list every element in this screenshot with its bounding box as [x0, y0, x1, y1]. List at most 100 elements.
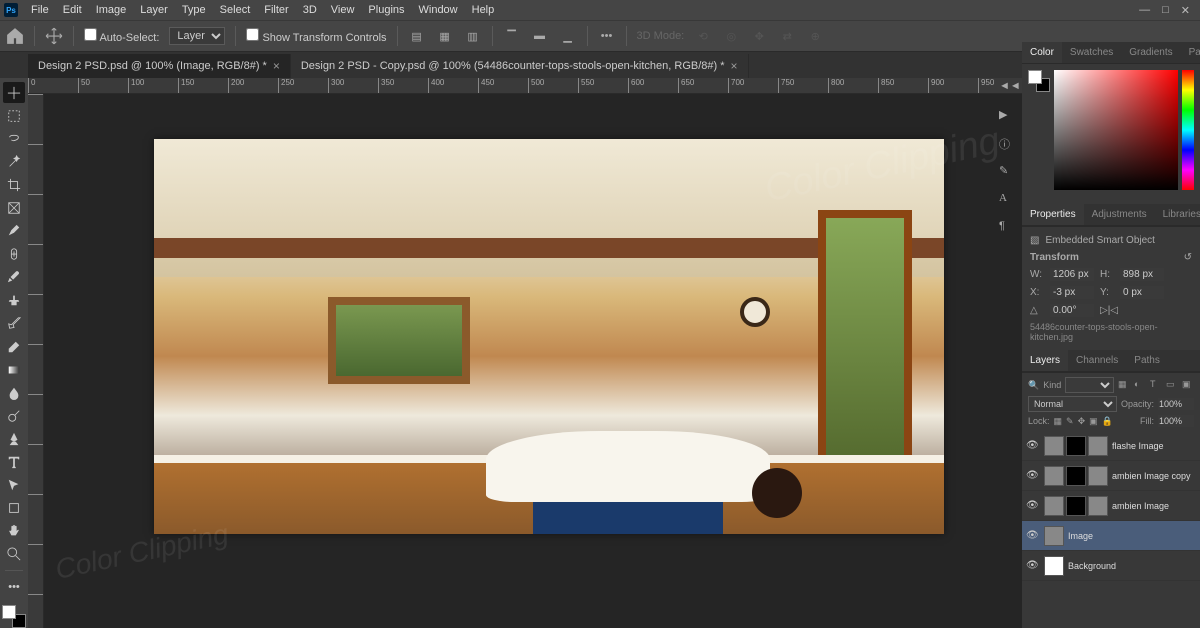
menu-type[interactable]: Type — [175, 4, 213, 16]
brush-presets-icon[interactable]: ✎ — [999, 164, 1015, 180]
crop-tool[interactable] — [3, 174, 25, 195]
filter-image-icon[interactable]: ▦ — [1118, 379, 1130, 391]
align-right-icon[interactable]: ▥ — [464, 27, 482, 45]
edit-toolbar-icon[interactable]: ••• — [3, 576, 25, 597]
eraser-tool[interactable] — [3, 336, 25, 357]
magic-wand-tool[interactable] — [3, 151, 25, 172]
auto-select-checkbox[interactable]: Auto-Select: — [84, 28, 159, 44]
fill-input[interactable] — [1158, 415, 1194, 427]
brush-tool[interactable] — [3, 267, 25, 288]
close-icon[interactable]: ✕ — [1181, 4, 1190, 17]
dodge-tool[interactable] — [3, 405, 25, 426]
clone-stamp-tool[interactable] — [3, 290, 25, 311]
align-left-icon[interactable]: ▤ — [408, 27, 426, 45]
visibility-toggle-icon[interactable]: 👁 — [1026, 530, 1040, 541]
panel-tab-channels[interactable]: Channels — [1068, 350, 1126, 371]
menu-select[interactable]: Select — [213, 4, 258, 16]
more-align-icon[interactable]: ••• — [598, 27, 616, 45]
align-center-h-icon[interactable]: ▦ — [436, 27, 454, 45]
character-icon[interactable]: A — [999, 192, 1015, 208]
show-transform-checkbox[interactable]: Show Transform Controls — [246, 28, 386, 44]
menu-view[interactable]: View — [324, 4, 362, 16]
panel-tab-gradients[interactable]: Gradients — [1121, 42, 1180, 63]
reset-transform-icon[interactable]: ↺ — [1184, 252, 1192, 263]
panel-tab-swatches[interactable]: Swatches — [1062, 42, 1121, 63]
minimize-icon[interactable]: — — [1139, 4, 1150, 17]
panel-tab-properties[interactable]: Properties — [1022, 204, 1084, 225]
gradient-tool[interactable] — [3, 359, 25, 380]
maximize-icon[interactable]: □ — [1162, 4, 1169, 17]
document-tab[interactable]: Design 2 PSD.psd @ 100% (Image, RGB/8#) … — [28, 54, 291, 78]
type-tool[interactable] — [3, 452, 25, 473]
path-tool[interactable] — [3, 475, 25, 496]
align-center-v-icon[interactable]: ▬ — [531, 27, 549, 45]
flip-h-icon[interactable]: ▷|◁ — [1100, 305, 1118, 316]
align-top-icon[interactable]: ▔ — [503, 27, 521, 45]
play-icon[interactable]: ▶ — [999, 108, 1015, 124]
x-input[interactable] — [1050, 286, 1094, 299]
filter-smart-icon[interactable]: ▣ — [1182, 379, 1194, 391]
tab-close-icon[interactable]: × — [273, 59, 280, 73]
layer-row[interactable]: 👁Background — [1022, 551, 1200, 581]
home-icon[interactable] — [6, 27, 24, 45]
blend-mode-select[interactable]: Normal — [1028, 396, 1117, 412]
lock-brush-icon[interactable]: ✎ — [1066, 416, 1074, 427]
pen-tool[interactable] — [3, 428, 25, 449]
lock-position-icon[interactable]: ✥ — [1078, 416, 1086, 427]
color-field[interactable] — [1054, 70, 1178, 190]
opacity-input[interactable] — [1158, 398, 1194, 410]
menu-window[interactable]: Window — [412, 4, 465, 16]
visibility-toggle-icon[interactable]: 👁 — [1026, 440, 1040, 451]
info-icon[interactable]: ⓘ — [999, 136, 1015, 152]
visibility-toggle-icon[interactable]: 👁 — [1026, 500, 1040, 511]
tab-close-icon[interactable]: × — [731, 59, 738, 73]
document-tab[interactable]: Design 2 PSD - Copy.psd @ 100% (54486cou… — [291, 54, 749, 78]
layer-row[interactable]: 👁ambien Image copy — [1022, 461, 1200, 491]
menu-3d[interactable]: 3D — [296, 4, 324, 16]
move-tool-icon[interactable] — [45, 27, 63, 45]
marquee-tool[interactable] — [3, 105, 25, 126]
menu-help[interactable]: Help — [465, 4, 502, 16]
panel-tab-layers[interactable]: Layers — [1022, 350, 1068, 371]
filter-type-icon[interactable]: T — [1150, 379, 1162, 391]
panel-tab-paths[interactable]: Paths — [1126, 350, 1168, 371]
shape-tool[interactable] — [3, 498, 25, 519]
panel-tab-libraries[interactable]: Libraries — [1155, 204, 1200, 225]
visibility-toggle-icon[interactable]: 👁 — [1026, 560, 1040, 571]
zoom-tool[interactable] — [3, 544, 25, 565]
step-back-icon[interactable]: ◄◄ — [999, 80, 1015, 96]
history-brush-tool[interactable] — [3, 313, 25, 334]
hue-slider[interactable] — [1182, 70, 1194, 190]
healing-brush-tool[interactable] — [3, 244, 25, 265]
panel-tab-adjustments[interactable]: Adjustments — [1084, 204, 1155, 225]
menu-edit[interactable]: Edit — [56, 4, 89, 16]
lasso-tool[interactable] — [3, 128, 25, 149]
hand-tool[interactable] — [3, 521, 25, 542]
layer-row[interactable]: 👁flashe Image — [1022, 431, 1200, 461]
blur-tool[interactable] — [3, 382, 25, 403]
menu-image[interactable]: Image — [89, 4, 134, 16]
menu-layer[interactable]: Layer — [133, 4, 175, 16]
menu-file[interactable]: File — [24, 4, 56, 16]
foreground-background-colors[interactable] — [2, 605, 26, 628]
y-input[interactable] — [1120, 286, 1164, 299]
frame-tool[interactable] — [3, 197, 25, 218]
lock-all-icon[interactable]: 🔒 — [1102, 416, 1113, 427]
menu-filter[interactable]: Filter — [257, 4, 295, 16]
filter-shape-icon[interactable]: ▭ — [1166, 379, 1178, 391]
paragraph-icon[interactable]: ¶ — [999, 220, 1015, 236]
menu-plugins[interactable]: Plugins — [361, 4, 411, 16]
filter-adjust-icon[interactable]: ◐ — [1134, 379, 1146, 391]
move-tool[interactable] — [3, 82, 25, 103]
panel-fgbg-swatch[interactable] — [1028, 70, 1050, 92]
height-input[interactable] — [1120, 268, 1164, 281]
layer-row[interactable]: 👁ambien Image — [1022, 491, 1200, 521]
eyedropper-tool[interactable] — [3, 221, 25, 242]
lock-pixels-icon[interactable]: ▦ — [1054, 416, 1063, 427]
lock-artboard-icon[interactable]: ▣ — [1089, 416, 1098, 427]
width-input[interactable] — [1050, 268, 1094, 281]
panel-tab-patterns[interactable]: Patterns — [1181, 42, 1200, 63]
align-bottom-icon[interactable]: ▁ — [559, 27, 577, 45]
canvas[interactable]: Color Clipping Color Clipping — [44, 94, 1022, 628]
layer-row[interactable]: 👁Image — [1022, 521, 1200, 551]
